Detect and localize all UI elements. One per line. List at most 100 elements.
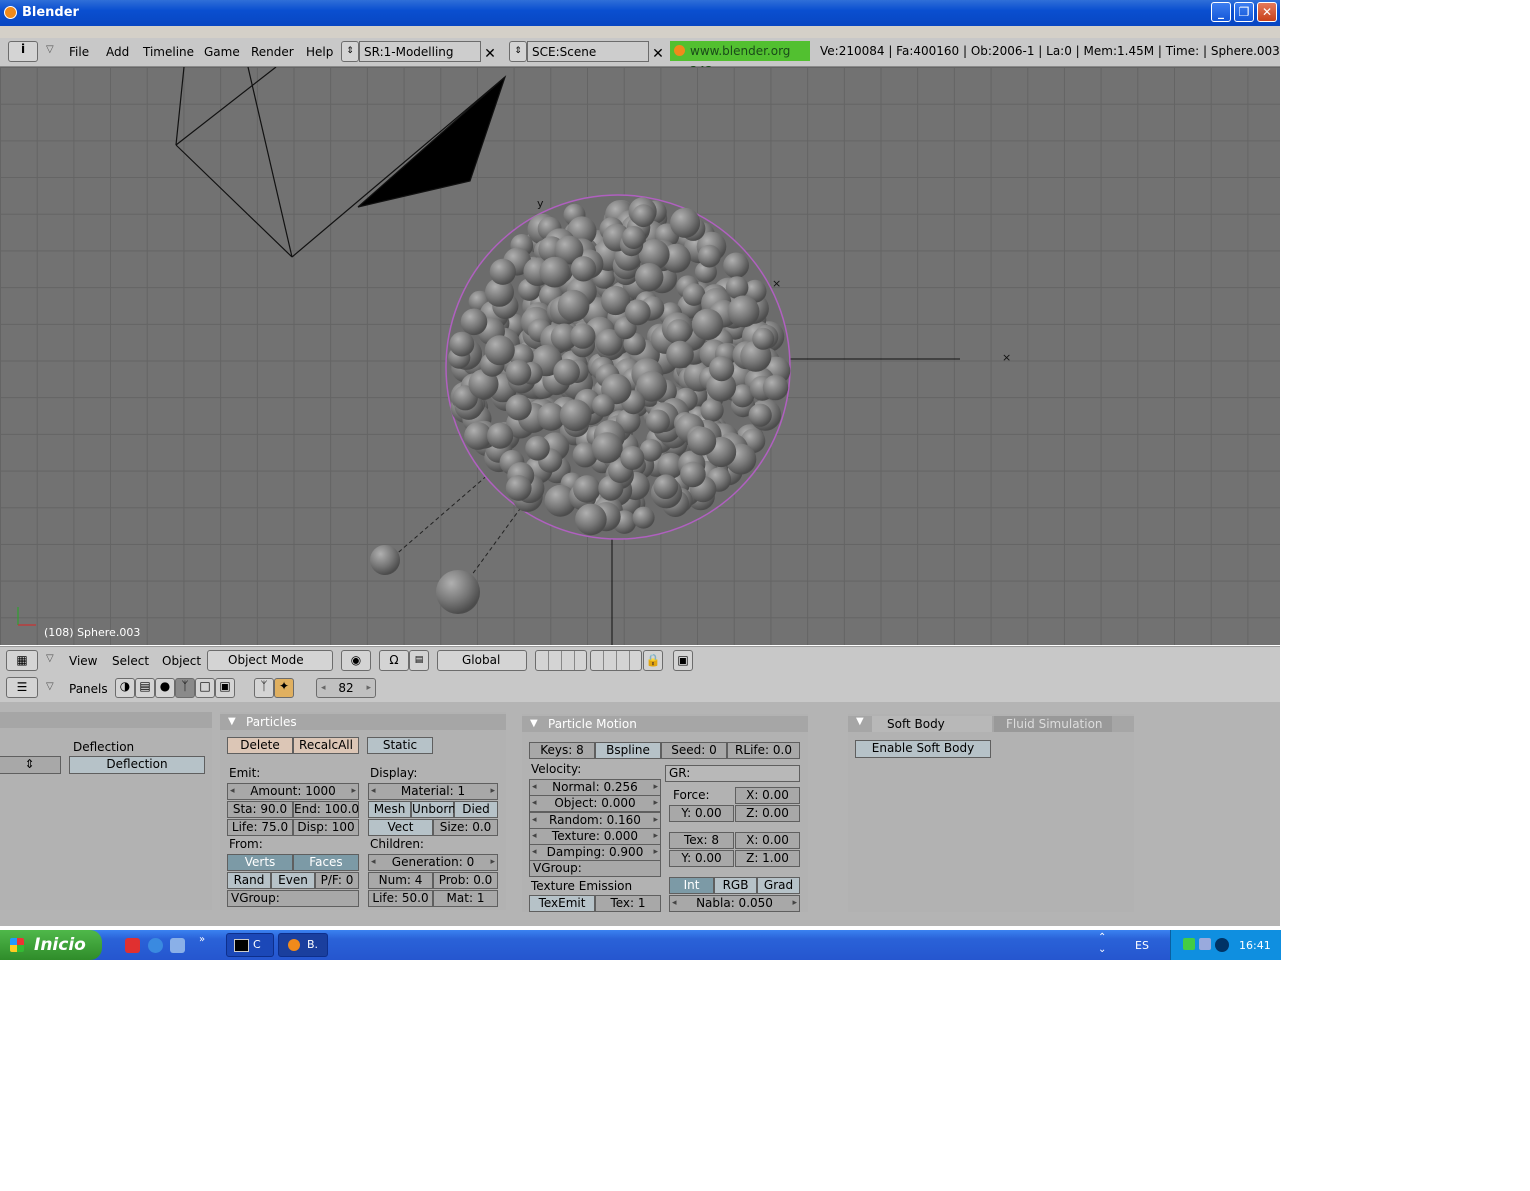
end-field[interactable]: End: 100.0 bbox=[293, 801, 359, 818]
num-field[interactable]: Num: 4 bbox=[368, 872, 433, 889]
close-button[interactable]: ✕ bbox=[1257, 2, 1277, 22]
object-field[interactable]: ◂ Object: 0.000 ▸ bbox=[529, 795, 661, 812]
scene-browse-button[interactable]: ⇕ bbox=[509, 41, 527, 62]
buttons-window-type-icon[interactable]: ☰ bbox=[6, 677, 38, 698]
delete-button[interactable]: Delete bbox=[227, 737, 293, 754]
panel-collapse-icon[interactable]: ▼ bbox=[530, 716, 538, 732]
particles-panel-header[interactable]: ▼ Particles bbox=[220, 714, 506, 730]
even-toggle[interactable]: Even bbox=[271, 872, 315, 889]
info-window-type-icon[interactable]: i bbox=[8, 41, 38, 62]
mesh-toggle[interactable]: Mesh bbox=[368, 801, 411, 818]
mode-select[interactable]: Object Mode bbox=[207, 650, 333, 671]
material-field[interactable]: ◂ Material: 1 ▸ bbox=[368, 783, 498, 800]
unborn-toggle[interactable]: Unborn bbox=[411, 801, 456, 818]
grad-toggle[interactable]: Grad bbox=[757, 877, 800, 894]
quicklaunch-more-icon[interactable]: » bbox=[199, 934, 205, 945]
rand-toggle[interactable]: Rand bbox=[227, 872, 271, 889]
menu-object[interactable]: Object bbox=[162, 654, 201, 668]
normal-field[interactable]: ◂ Normal: 0.256 ▸ bbox=[529, 779, 661, 796]
amount-field[interactable]: ◂ Amount: 1000 ▸ bbox=[227, 783, 359, 800]
faces-toggle[interactable]: Faces bbox=[293, 854, 359, 871]
widget-button[interactable]: ▤ bbox=[409, 650, 429, 671]
start-button[interactable]: Inicio bbox=[0, 930, 102, 960]
particle-motion-panel-header[interactable]: ▼ Particle Motion bbox=[522, 716, 808, 732]
size-field[interactable]: Size: 0.0 bbox=[433, 819, 498, 836]
deflection-toggle-button[interactable]: Deflection bbox=[69, 756, 205, 774]
verts-toggle[interactable]: Verts bbox=[227, 854, 293, 871]
texture-field[interactable]: ◂ Texture: 0.000 ▸ bbox=[529, 828, 661, 845]
force-x-field[interactable]: X: 0.00 bbox=[735, 787, 800, 804]
menu-help[interactable]: Help bbox=[306, 45, 333, 59]
tex-y-field[interactable]: Y: 0.00 bbox=[669, 850, 734, 867]
gr-field[interactable]: GR: bbox=[665, 765, 800, 782]
script-context-icon[interactable]: ▤ bbox=[135, 678, 155, 698]
lock-icon[interactable]: 🔒 bbox=[643, 650, 663, 671]
language-indicator[interactable]: ES bbox=[1135, 939, 1149, 952]
draw-type-button[interactable]: ◉ bbox=[341, 650, 371, 671]
tab-soft-body[interactable]: Soft Body bbox=[872, 716, 992, 732]
generation-field[interactable]: ◂ Generation: 0 ▸ bbox=[368, 854, 498, 871]
start-field[interactable]: Sta: 90.0 bbox=[227, 801, 293, 818]
pf-field[interactable]: P/F: 0 bbox=[315, 872, 359, 889]
taskbar-task-console[interactable]: C bbox=[226, 933, 274, 957]
motion-vgroup-field[interactable]: VGroup: bbox=[529, 860, 661, 877]
object-subcontext-icon[interactable]: ᛉ bbox=[254, 678, 274, 698]
static-toggle[interactable]: Static bbox=[367, 737, 433, 754]
logic-context-icon[interactable]: ◑ bbox=[115, 678, 135, 698]
menu-game[interactable]: Game bbox=[204, 45, 240, 59]
render-preview-icon[interactable]: ▣ bbox=[673, 650, 693, 671]
life-field[interactable]: Life: 75.0 bbox=[227, 819, 293, 836]
3d-viewport[interactable]: × × y (108) Sphere.003 bbox=[0, 67, 1280, 645]
tex-z-field[interactable]: Z: 1.00 bbox=[735, 850, 800, 867]
menu-select[interactable]: Select bbox=[112, 654, 149, 668]
prob-field[interactable]: Prob: 0.0 bbox=[433, 872, 498, 889]
network-icon[interactable] bbox=[1183, 938, 1195, 950]
scene-delete-icon[interactable]: ✕ bbox=[649, 44, 667, 64]
quicklaunch-desktop-icon[interactable] bbox=[170, 938, 185, 953]
force-z-field[interactable]: Z: 0.00 bbox=[735, 805, 800, 822]
died-toggle[interactable]: Died bbox=[454, 801, 498, 818]
taskbar-task-blender[interactable]: B. bbox=[278, 933, 328, 957]
disp-field[interactable]: Disp: 100 bbox=[293, 819, 359, 836]
physics-subcontext-icon[interactable]: ✦ bbox=[274, 678, 294, 698]
minimize-button[interactable]: _ bbox=[1211, 2, 1231, 22]
panel-collapse-icon[interactable]: ▼ bbox=[228, 714, 236, 730]
display-icon[interactable] bbox=[1199, 938, 1211, 950]
restore-button[interactable]: ❐ bbox=[1234, 2, 1254, 22]
editing-context-icon[interactable]: □ bbox=[195, 678, 215, 698]
texemit-toggle[interactable]: TexEmit bbox=[529, 895, 595, 912]
tab-fluid-simulation[interactable]: Fluid Simulation bbox=[994, 716, 1112, 732]
damping-field[interactable]: ◂ Damping: 0.900 ▸ bbox=[529, 844, 661, 861]
object-context-icon[interactable]: ᛉ bbox=[175, 678, 195, 698]
quicklaunch-ie-icon[interactable] bbox=[148, 938, 163, 953]
rgb-toggle[interactable]: RGB bbox=[714, 877, 757, 894]
tex-field[interactable]: Tex: 8 bbox=[669, 832, 734, 849]
panel-collapse-icon[interactable]: ▼ bbox=[856, 716, 864, 727]
rlife-field[interactable]: RLife: 0.0 bbox=[727, 742, 800, 759]
int-toggle[interactable]: Int bbox=[669, 877, 714, 894]
collapse-arrow-icon[interactable]: ▽ bbox=[46, 44, 54, 55]
orientation-select[interactable]: Global bbox=[437, 650, 527, 671]
collapse-arrow-icon[interactable]: ▽ bbox=[46, 681, 54, 692]
tex-1-field[interactable]: Tex: 1 bbox=[595, 895, 661, 912]
screen-name-field[interactable]: SR:1-Modelling bbox=[359, 41, 481, 62]
taskbar-scroll-icon[interactable]: ⌃ ⌄ bbox=[1098, 932, 1106, 956]
menu-render[interactable]: Render bbox=[251, 45, 294, 59]
tex-x-field[interactable]: X: 0.00 bbox=[735, 832, 800, 849]
layer-buttons-2[interactable] bbox=[590, 650, 642, 671]
scene-context-icon[interactable]: ▣ bbox=[215, 678, 235, 698]
frame-number-field[interactable]: ◂ 82 ▸ bbox=[316, 678, 376, 698]
vgroup-field[interactable]: VGroup: bbox=[227, 890, 359, 907]
view3d-window-type-icon[interactable]: ▦ bbox=[6, 650, 38, 671]
vect-toggle[interactable]: Vect bbox=[368, 819, 433, 836]
deflection-dropdown[interactable]: ⇕ bbox=[0, 756, 61, 774]
seed-field[interactable]: Seed: 0 bbox=[661, 742, 727, 759]
keys-field[interactable]: Keys: 8 bbox=[529, 742, 595, 759]
menu-view[interactable]: View bbox=[69, 654, 97, 668]
random-field[interactable]: ◂ Random: 0.160 ▸ bbox=[529, 812, 661, 829]
layer-buttons-1[interactable] bbox=[535, 650, 587, 671]
force-y-field[interactable]: Y: 0.00 bbox=[669, 805, 734, 822]
scene-name-field[interactable]: SCE:Scene bbox=[527, 41, 649, 62]
pivot-button[interactable]: Ω bbox=[379, 650, 409, 671]
screen-delete-icon[interactable]: ✕ bbox=[481, 44, 499, 64]
